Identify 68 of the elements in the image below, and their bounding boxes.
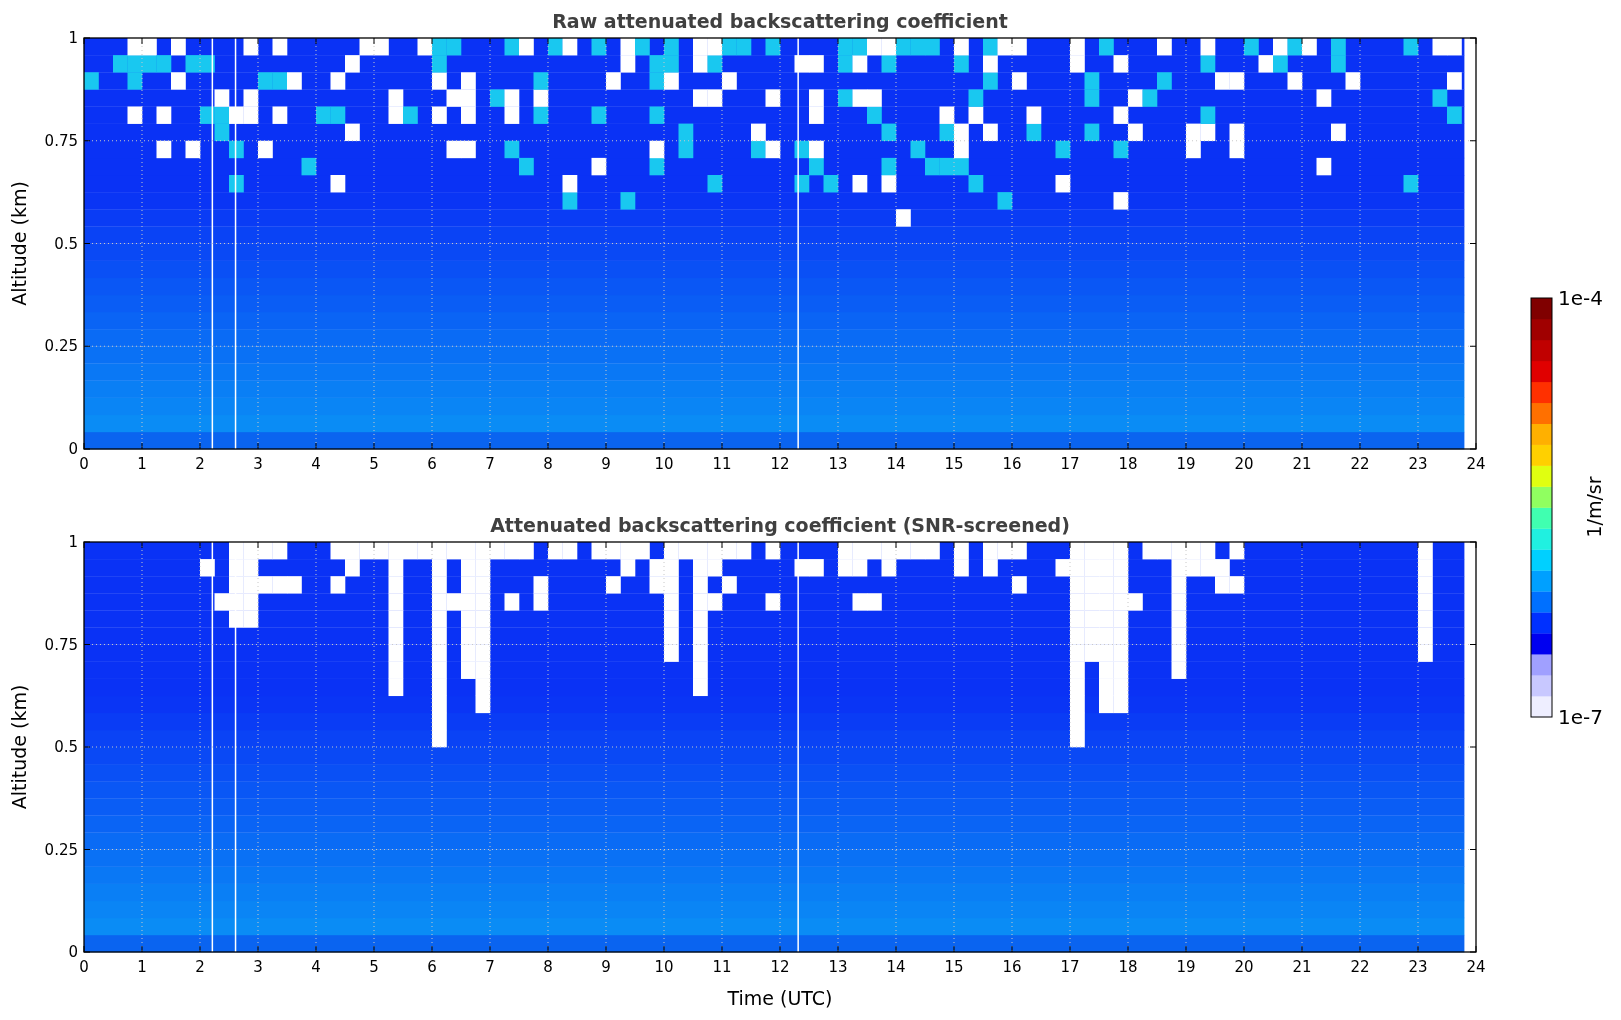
tick-label: 9 — [601, 455, 611, 473]
tick-label: 16 — [1002, 455, 1022, 473]
plot-title: Raw attenuated backscattering coefficient — [552, 10, 1008, 32]
tick-label: 17 — [1060, 958, 1080, 976]
tick-label: 14 — [886, 455, 906, 473]
tick-label: 0.5 — [54, 738, 78, 756]
axis-label: Time (UTC) — [727, 987, 833, 1009]
tick-label: 5 — [369, 455, 379, 473]
tick-label: 2 — [195, 455, 205, 473]
tick-label: 12 — [770, 455, 790, 473]
tick-label: 0 — [79, 455, 89, 473]
tick-label: 16 — [1002, 958, 1022, 976]
tick-label: 0.75 — [44, 131, 78, 150]
tick-label: 8 — [543, 958, 553, 976]
tick-label: 5 — [369, 958, 379, 976]
colorbar-label: 1/m/sr — [1583, 476, 1605, 538]
tick-label: 4 — [311, 958, 321, 976]
tick-label: 20 — [1234, 455, 1254, 473]
tick-label: 0.25 — [44, 337, 78, 356]
tick-label: 18 — [1118, 455, 1138, 473]
tick-label: 3 — [253, 455, 263, 473]
tick-label: 1 — [137, 958, 147, 976]
tick-label: 23 — [1408, 958, 1428, 976]
tick-label: 1 — [68, 29, 78, 47]
tick-label: 1 — [68, 533, 78, 551]
tick-label: 14 — [886, 958, 906, 976]
tick-label: 10 — [654, 455, 674, 473]
tick-label: 0.25 — [44, 840, 78, 859]
tick-label: 21 — [1292, 455, 1312, 473]
tick-label: 0 — [79, 958, 89, 976]
tick-label: 22 — [1350, 455, 1370, 473]
tick-label: 0.5 — [54, 234, 78, 253]
tick-label: 2 — [195, 958, 205, 976]
tick-label: 3 — [253, 958, 263, 976]
tick-label: 15 — [944, 455, 964, 473]
tick-label: 4 — [311, 455, 321, 473]
tick-label: 19 — [1176, 958, 1196, 976]
tick-label: 11 — [712, 958, 732, 976]
tick-label: 0 — [68, 440, 78, 458]
tick-label: 10 — [654, 958, 674, 976]
tick-label: 0.75 — [44, 635, 78, 654]
tick-label: 12 — [770, 958, 790, 976]
tick-label: 7 — [485, 455, 495, 473]
tick-label: 22 — [1350, 958, 1370, 976]
axis-label: Altitude (km) — [8, 684, 30, 810]
tick-label: 1 — [137, 455, 147, 473]
tick-label: 24 — [1466, 958, 1486, 976]
tick-label: 7 — [485, 958, 495, 976]
tick-label: 0 — [68, 943, 78, 961]
tick-label: 9 — [601, 958, 611, 976]
tick-label: 24 — [1466, 455, 1486, 473]
plot-title: Attenuated backscattering coefficient (SNR-screened) — [490, 514, 1070, 536]
colorbar-tick-label: 1e-4 — [1558, 286, 1603, 310]
tick-label: 17 — [1060, 455, 1080, 473]
tick-label: 8 — [543, 455, 553, 473]
tick-label: 11 — [712, 455, 732, 473]
tick-label: 19 — [1176, 455, 1196, 473]
axis-label: Altitude (km) — [8, 181, 30, 306]
tick-label: 18 — [1118, 958, 1138, 976]
tick-label: 21 — [1292, 958, 1312, 976]
tick-label: 13 — [828, 455, 848, 473]
tick-label: 23 — [1408, 455, 1428, 473]
tick-label: 20 — [1234, 958, 1254, 976]
tick-label: 13 — [828, 958, 848, 976]
tick-label: 6 — [427, 455, 437, 473]
tick-label: 15 — [944, 958, 964, 976]
tick-label: 6 — [427, 958, 437, 976]
colorbar-tick-label: 1e-7 — [1558, 705, 1603, 729]
